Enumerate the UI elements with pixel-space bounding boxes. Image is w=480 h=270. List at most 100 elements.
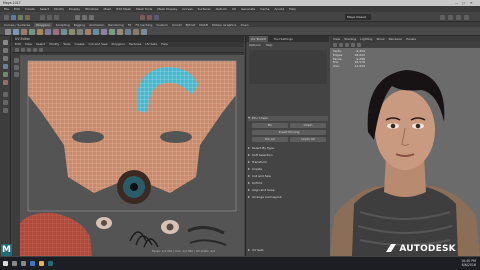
shelf-tool-icon[interactable]: [125, 29, 131, 35]
shelf-tab-rendering[interactable]: Rendering: [108, 23, 123, 27]
menu-mesh-tools[interactable]: Mesh Tools: [136, 7, 152, 11]
open-scene-icon[interactable]: [18, 14, 23, 20]
perspective-viewport[interactable]: View Shading Lighting Show Renderer Panels Ve…: [330, 36, 480, 256]
save-scene-icon[interactable]: [25, 14, 30, 20]
menu-edit-mesh[interactable]: Edit Mesh: [116, 7, 131, 11]
section-transform[interactable]: Transform: [248, 160, 328, 165]
snap-grid-icon[interactable]: [75, 14, 80, 20]
unpin-button[interactable]: Unpin: [290, 123, 326, 128]
mode-selector-icon[interactable]: [4, 14, 9, 20]
uv-shaded-icon[interactable]: [33, 47, 37, 52]
shelf-tool-icon[interactable]: [53, 29, 59, 35]
section-select-by-type[interactable]: Select By Type: [248, 146, 328, 151]
shelf-tab-fx-caching[interactable]: FX Caching: [135, 23, 152, 27]
layout-single-icon[interactable]: [3, 92, 8, 97]
shelf-tool-icon[interactable]: [61, 29, 67, 35]
shelf-tab-mash[interactable]: MASH: [199, 23, 208, 27]
section-pin[interactable]: Pin / Unpin: [248, 116, 328, 121]
menu-select[interactable]: Select: [40, 7, 49, 11]
rotate-tool-icon[interactable]: [3, 72, 8, 77]
menu-file[interactable]: File: [4, 7, 9, 11]
layout-side-icon[interactable]: [3, 108, 8, 113]
shelf-tab-animation[interactable]: Animation: [89, 23, 104, 27]
section-uv-sets[interactable]: UV Sets: [248, 248, 328, 253]
section-arrange-layout[interactable]: Arrange and Layout: [248, 195, 328, 200]
shelf-tool-icon[interactable]: [117, 29, 123, 35]
shelf-tool-icon[interactable]: [5, 29, 11, 35]
menu-options[interactable]: Options: [249, 43, 261, 47]
menu-mesh-display[interactable]: Mesh Display: [157, 7, 177, 11]
shelf-tool-icon[interactable]: [45, 29, 51, 35]
shelf-tool-icon[interactable]: [101, 29, 107, 35]
menu-help[interactable]: Help: [266, 43, 273, 47]
snap-curve-icon[interactable]: [82, 14, 87, 20]
shelf-tool-icon[interactable]: [133, 29, 139, 35]
menu-windows[interactable]: Windows: [85, 7, 98, 11]
start-icon[interactable]: [3, 261, 8, 266]
uv-frame-icon[interactable]: [15, 47, 19, 52]
select-by-component-icon[interactable]: [54, 14, 59, 20]
menu-generate[interactable]: Generate: [241, 7, 255, 11]
render-icon[interactable]: [140, 14, 145, 20]
tool-settings-icon[interactable]: [456, 14, 461, 20]
shelf-tool-icon[interactable]: [85, 29, 91, 35]
shelf-tab-fx[interactable]: FX: [128, 23, 132, 27]
attribute-editor-icon[interactable]: [448, 14, 453, 20]
shelf-tab-xgen[interactable]: XGen: [240, 23, 248, 27]
menu-curves[interactable]: Curves: [182, 7, 192, 11]
shelf-tool-icon[interactable]: [141, 29, 147, 35]
close-button[interactable]: ✕: [470, 1, 473, 5]
shelf-tab-motion-graphics[interactable]: Motion Graphics: [212, 23, 236, 27]
uv-distortion-icon[interactable]: [39, 47, 43, 52]
shelf-tab-curves-surfaces[interactable]: Curves / Surfaces: [4, 23, 30, 27]
shelf-tab-sculpting[interactable]: Sculpting: [56, 23, 70, 27]
menu-arnold[interactable]: Arnold: [274, 7, 284, 11]
menu-create[interactable]: Create: [25, 7, 35, 11]
uv-scale-icon[interactable]: [13, 72, 19, 77]
menu-surfaces[interactable]: Surfaces: [198, 7, 211, 11]
section-create[interactable]: Create: [248, 167, 328, 172]
shelf-tab-arnold[interactable]: Arnold: [172, 23, 182, 27]
shelf-tool-icon[interactable]: [13, 29, 19, 35]
modeling-toolkit-icon[interactable]: [440, 14, 445, 20]
invert-pinning-button[interactable]: Invert Pinning: [252, 130, 326, 135]
ipr-render-icon[interactable]: [147, 14, 152, 20]
menu-modify[interactable]: Modify: [54, 7, 64, 11]
shelf-tool-icon[interactable]: [37, 29, 43, 35]
shelf-tool-icon[interactable]: [29, 29, 35, 35]
shelf-tab-custom[interactable]: Custom: [156, 23, 168, 27]
menu-mesh[interactable]: Mesh: [104, 7, 112, 11]
search-icon[interactable]: [12, 261, 17, 266]
shelf-tab-polygons[interactable]: Polygons: [34, 22, 52, 27]
shelf-tool-icon[interactable]: [93, 29, 99, 35]
unpin-all-button[interactable]: Unpin All: [290, 137, 326, 142]
scale-tool-icon[interactable]: [3, 80, 8, 85]
file-explorer-icon[interactable]: [39, 261, 44, 266]
section-align-snap[interactable]: Align and Snap: [248, 188, 328, 193]
edge-browser-icon[interactable]: [30, 261, 35, 266]
shelf-tool-icon[interactable]: [69, 29, 75, 35]
channel-box-icon[interactable]: [464, 14, 469, 20]
layout-four-icon[interactable]: [3, 100, 8, 105]
pin-button[interactable]: Pin: [252, 123, 288, 128]
shelf-tool-icon[interactable]: [109, 29, 115, 35]
workspace-selector[interactable]: Maya Classic: [345, 14, 371, 20]
menu-uv[interactable]: UV: [232, 7, 236, 11]
tab-tool-settings[interactable]: Tool Settings: [274, 36, 293, 42]
uv-rotate-icon[interactable]: [13, 65, 19, 70]
shelf-tool-icon[interactable]: [21, 29, 27, 35]
shelf-tool-icon[interactable]: [77, 29, 83, 35]
menu-cache[interactable]: Cache: [260, 7, 269, 11]
lasso-tool-icon[interactable]: [3, 48, 8, 53]
menu-display[interactable]: Display: [69, 7, 80, 11]
new-scene-icon[interactable]: [11, 14, 16, 20]
section-soft-selection[interactable]: Soft Selection: [248, 153, 328, 158]
shelf-tab-rigging[interactable]: Rigging: [74, 23, 85, 27]
minimize-button[interactable]: —: [455, 1, 458, 5]
uv-checker-icon[interactable]: [27, 47, 31, 52]
snap-point-icon[interactable]: [89, 14, 94, 20]
move-tool-icon[interactable]: [3, 64, 8, 69]
task-view-icon[interactable]: [21, 261, 26, 266]
section-cut-and-sew[interactable]: Cut and Sew: [248, 174, 328, 179]
menu-edit[interactable]: Edit: [14, 7, 20, 11]
